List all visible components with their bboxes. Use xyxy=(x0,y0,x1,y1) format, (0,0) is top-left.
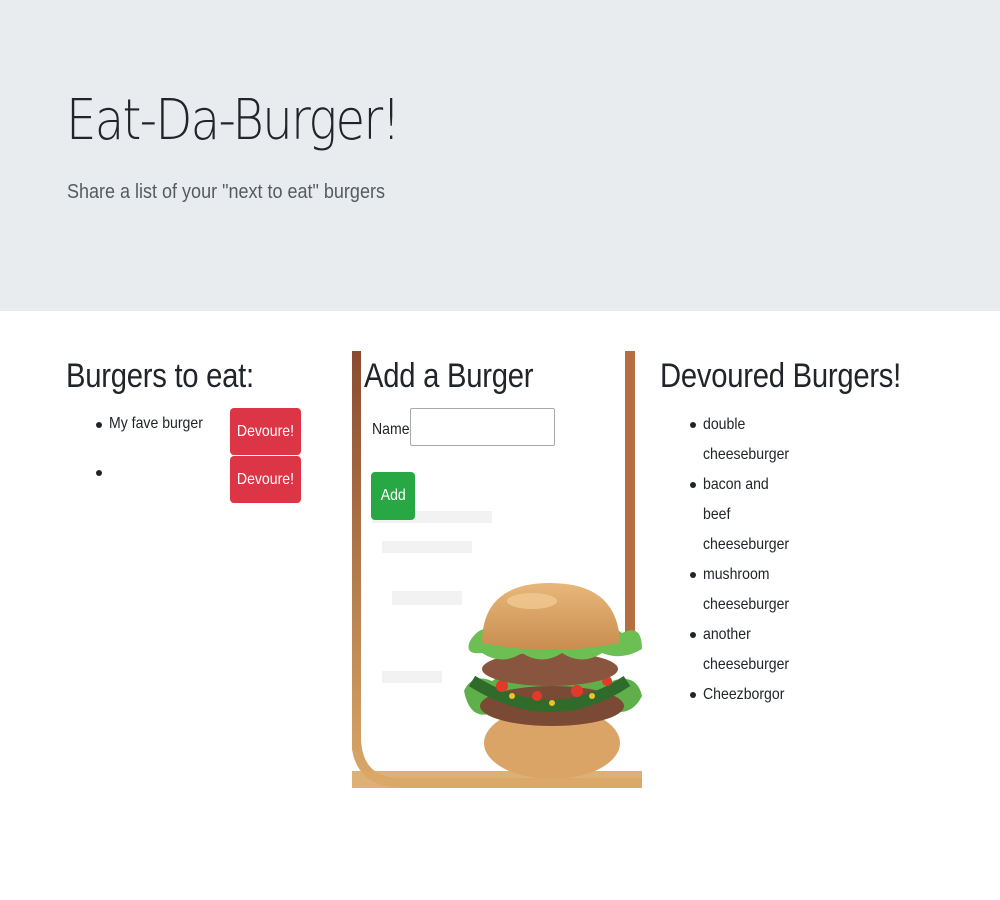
bullet-icon xyxy=(690,422,696,428)
devoured-burger-name: bacon and beef cheeseburger xyxy=(703,476,790,553)
burger-name: My fave burger xyxy=(109,415,203,432)
devoured-burger-name: Cheezborgor xyxy=(703,686,785,703)
list-item: Cheezborgor xyxy=(660,680,860,710)
burger-name-input[interactable] xyxy=(410,408,555,446)
devour-button-label: Devoure! xyxy=(236,422,295,440)
list-item: another cheeseburger xyxy=(660,620,860,680)
list-item: My fave burger Devoure! xyxy=(66,408,306,456)
list-item: mushroom cheeseburger xyxy=(660,560,860,620)
name-label: Name: xyxy=(372,421,414,438)
list-item: Devoure! xyxy=(66,456,306,504)
bullet-icon xyxy=(690,482,696,488)
devour-button[interactable]: Devoure! xyxy=(230,456,301,503)
burgers-to-eat-heading: Burgers to eat: xyxy=(66,357,254,395)
bullet-icon xyxy=(690,632,696,638)
add-burger-heading: Add a Burger xyxy=(364,357,534,395)
add-button-label: Add xyxy=(380,487,406,504)
list-item: bacon and beef cheeseburger xyxy=(660,470,860,560)
bullet-icon xyxy=(690,692,696,698)
burgers-to-eat-list: My fave burger Devoure! Devoure! xyxy=(66,408,306,504)
devour-button-label: Devoure! xyxy=(236,470,295,488)
devoured-burgers-heading: Devoured Burgers! xyxy=(660,357,902,395)
bullet-icon xyxy=(96,470,102,476)
devoured-burgers-list: double cheeseburger bacon and beef chees… xyxy=(660,410,860,710)
page-subtitle: Share a list of your "next to eat" burge… xyxy=(67,181,385,203)
add-button[interactable]: Add xyxy=(371,472,415,520)
bullet-icon xyxy=(690,572,696,578)
list-item: double cheeseburger xyxy=(660,410,860,470)
page-title: Eat-Da-Burger! xyxy=(66,88,401,153)
devour-button[interactable]: Devoure! xyxy=(230,408,301,455)
devoured-burger-name: double cheeseburger xyxy=(703,416,790,463)
devoured-burger-name: another cheeseburger xyxy=(703,626,790,673)
devoured-burger-name: mushroom cheeseburger xyxy=(703,566,790,613)
bullet-icon xyxy=(96,422,102,428)
jumbotron-header: Eat-Da-Burger! Share a list of your "nex… xyxy=(0,0,1000,311)
